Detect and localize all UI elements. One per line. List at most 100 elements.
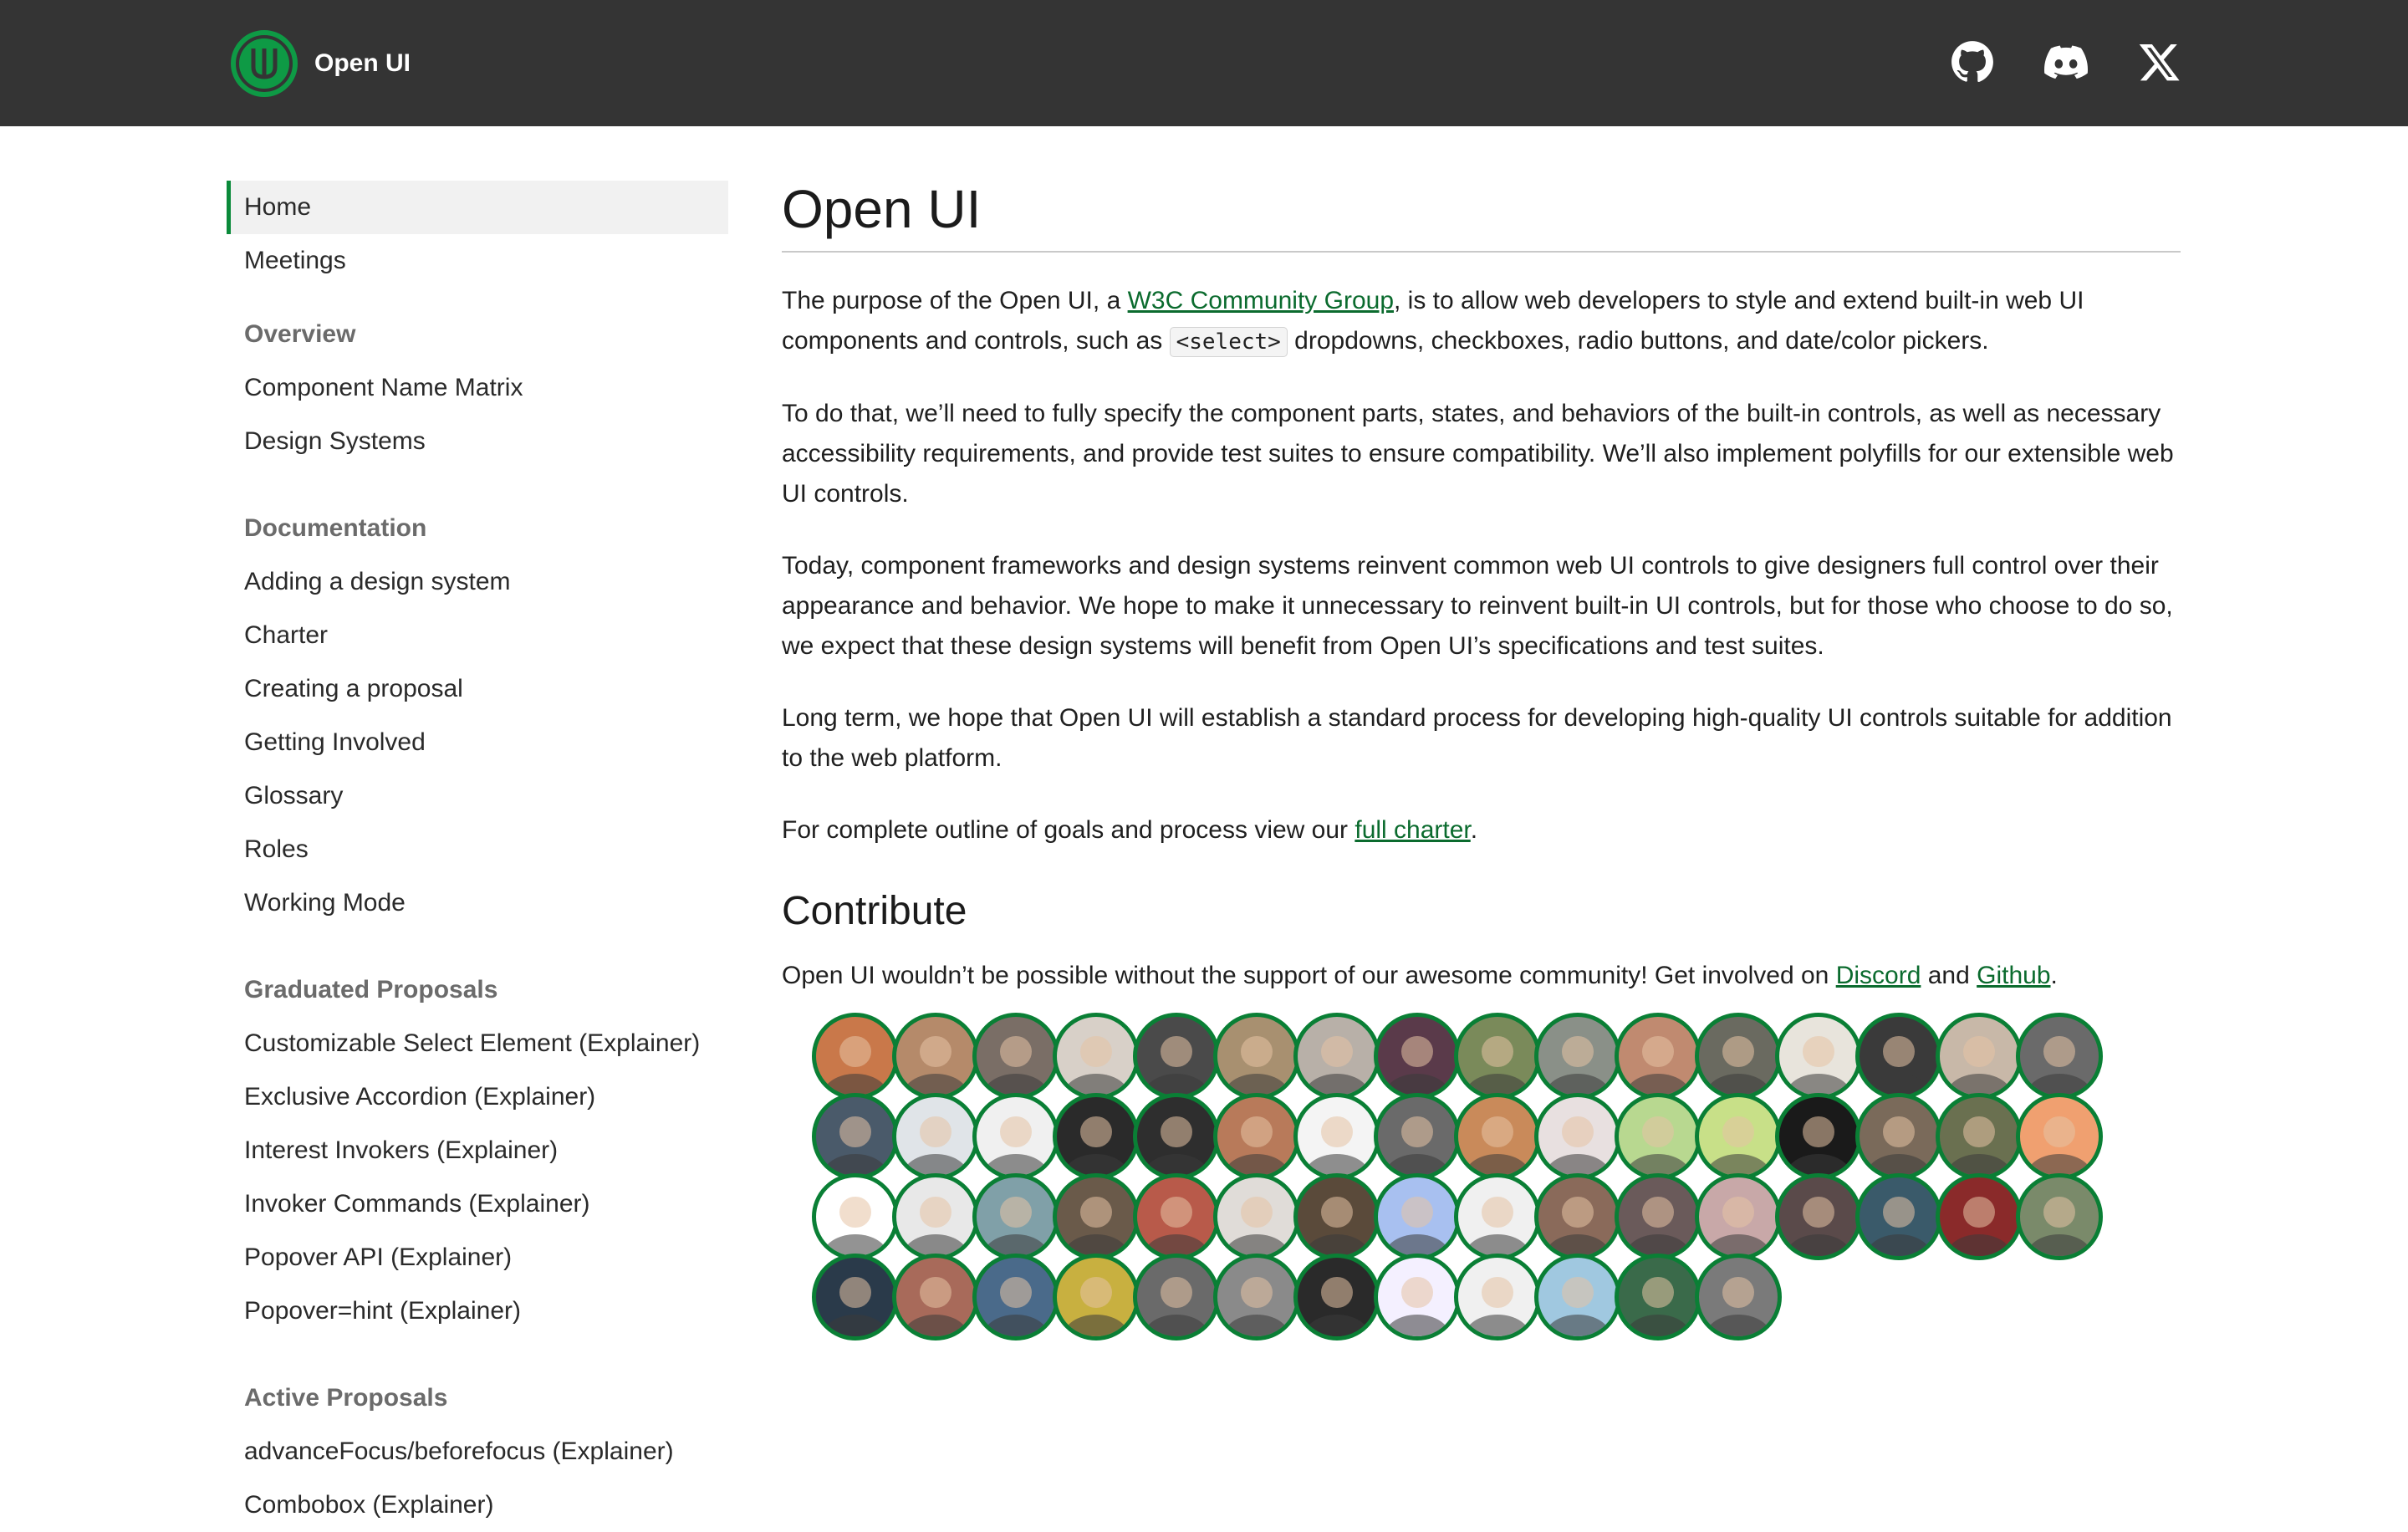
contributor-avatar[interactable]	[1133, 1093, 1220, 1180]
full-charter-link[interactable]: full charter	[1354, 816, 1470, 844]
sidebar-item-combobox[interactable]: Combobox (Explainer)	[227, 1478, 728, 1532]
contributor-avatar[interactable]	[1293, 1093, 1380, 1180]
contributor-avatar[interactable]	[1053, 1013, 1140, 1100]
contributor-avatar[interactable]	[2016, 1173, 2103, 1260]
contributor-avatar[interactable]	[1454, 1254, 1541, 1340]
avatar-face	[1642, 1035, 1674, 1068]
contributor-avatar[interactable]	[1855, 1093, 1942, 1180]
contributor-avatar[interactable]	[1775, 1093, 1862, 1180]
sidebar-item-glossary[interactable]: Glossary	[227, 769, 728, 823]
avatar-face	[1161, 1276, 1192, 1309]
contributor-avatar[interactable]	[972, 1013, 1059, 1100]
sidebar-item-interest-invokers[interactable]: Interest Invokers (Explainer)	[227, 1124, 728, 1177]
contributor-avatar[interactable]	[1936, 1173, 2023, 1260]
contributor-avatar[interactable]	[812, 1013, 899, 1100]
contributor-avatar[interactable]	[1615, 1254, 1701, 1340]
contributor-avatar[interactable]	[1374, 1093, 1461, 1180]
intro-text-a: The purpose of the Open UI, a	[782, 287, 1128, 314]
contributor-avatar[interactable]	[1133, 1173, 1220, 1260]
contributor-avatar[interactable]	[892, 1173, 979, 1260]
avatar-face	[1321, 1276, 1353, 1309]
contributor-avatar[interactable]	[1615, 1093, 1701, 1180]
contributor-avatar[interactable]	[892, 1254, 979, 1340]
contributor-avatar[interactable]	[1213, 1093, 1300, 1180]
contributors-grid	[782, 1013, 2120, 1356]
w3c-community-group-link[interactable]: W3C Community Group	[1128, 287, 1394, 314]
x-link[interactable]	[2136, 38, 2183, 85]
contributor-avatar[interactable]	[1534, 1173, 1621, 1260]
contributor-avatar[interactable]	[1293, 1013, 1380, 1100]
sidebar-item-roles[interactable]: Roles	[227, 823, 728, 876]
sidebar-item-adding-design-system[interactable]: Adding a design system	[227, 555, 728, 609]
sidebar-item-component-name-matrix[interactable]: Component Name Matrix	[227, 361, 728, 415]
contributor-avatar[interactable]	[1293, 1173, 1380, 1260]
sidebar-item-advance-focus[interactable]: advanceFocus/beforefocus (Explainer)	[227, 1425, 728, 1478]
contributor-avatar[interactable]	[1695, 1173, 1782, 1260]
sidebar-item-getting-involved[interactable]: Getting Involved	[227, 716, 728, 769]
contributor-avatar[interactable]	[1374, 1173, 1461, 1260]
contributor-avatar[interactable]	[972, 1254, 1059, 1340]
contributor-avatar[interactable]	[1374, 1013, 1461, 1100]
contributor-avatar[interactable]	[1695, 1093, 1782, 1180]
avatar-face	[2043, 1035, 2075, 1068]
github-link-inline[interactable]: Github	[1977, 962, 2050, 989]
contributor-avatar[interactable]	[1775, 1173, 1862, 1260]
contributor-avatar[interactable]	[972, 1093, 1059, 1180]
contributor-avatar[interactable]	[1534, 1093, 1621, 1180]
home-logo-link[interactable]: Open UI	[231, 28, 411, 99]
avatar-face	[1722, 1276, 1754, 1309]
sidebar-item-home[interactable]: Home	[227, 181, 728, 234]
contributor-avatar[interactable]	[1053, 1173, 1140, 1260]
contributor-avatar[interactable]	[1293, 1254, 1380, 1340]
sidebar-item-charter[interactable]: Charter	[227, 609, 728, 662]
sidebar-item-design-systems[interactable]: Design Systems	[227, 415, 728, 468]
contributor-avatar[interactable]	[1695, 1013, 1782, 1100]
charter-paragraph: For complete outline of goals and proces…	[782, 810, 2181, 850]
discord-link-inline[interactable]: Discord	[1836, 962, 1921, 989]
contributor-avatar[interactable]	[1615, 1173, 1701, 1260]
contributor-avatar[interactable]	[892, 1013, 979, 1100]
contributor-avatar[interactable]	[1213, 1013, 1300, 1100]
avatar-face	[1482, 1116, 1513, 1148]
contributor-avatar[interactable]	[1534, 1013, 1621, 1100]
contributor-avatar[interactable]	[1213, 1254, 1300, 1340]
avatar-face	[1321, 1116, 1353, 1148]
github-link[interactable]	[1949, 38, 1996, 85]
sidebar-nav: Home Meetings Overview Component Name Ma…	[227, 181, 728, 1532]
sidebar-item-customizable-select[interactable]: Customizable Select Element (Explainer)	[227, 1017, 728, 1070]
contributor-avatar[interactable]	[2016, 1013, 2103, 1100]
contributor-avatar[interactable]	[1374, 1254, 1461, 1340]
contributor-avatar[interactable]	[1775, 1013, 1862, 1100]
contributor-avatar[interactable]	[1053, 1254, 1140, 1340]
contributor-avatar[interactable]	[1053, 1093, 1140, 1180]
contributor-avatar[interactable]	[1454, 1013, 1541, 1100]
sidebar-item-meetings[interactable]: Meetings	[227, 234, 728, 288]
contributor-avatar[interactable]	[1133, 1254, 1220, 1340]
contributor-avatar[interactable]	[812, 1093, 899, 1180]
contributor-avatar[interactable]	[812, 1254, 899, 1340]
contributor-avatar[interactable]	[1213, 1173, 1300, 1260]
contributor-avatar[interactable]	[1855, 1013, 1942, 1100]
sidebar-item-creating-proposal[interactable]: Creating a proposal	[227, 662, 728, 716]
contributor-avatar[interactable]	[1855, 1173, 1942, 1260]
sidebar-item-popover-hint[interactable]: Popover=hint (Explainer)	[227, 1284, 728, 1338]
contributor-avatar[interactable]	[1454, 1093, 1541, 1180]
x-icon	[2139, 43, 2180, 81]
sidebar-item-popover-api[interactable]: Popover API (Explainer)	[227, 1231, 728, 1284]
contributor-avatar[interactable]	[1936, 1013, 2023, 1100]
contributor-avatar[interactable]	[2016, 1093, 2103, 1180]
contributor-avatar[interactable]	[1695, 1254, 1782, 1340]
contributor-avatar[interactable]	[892, 1093, 979, 1180]
contributor-avatar[interactable]	[1534, 1254, 1621, 1340]
contributor-avatar[interactable]	[972, 1173, 1059, 1260]
discord-link[interactable]	[2043, 38, 2089, 85]
contributor-avatar[interactable]	[1936, 1093, 2023, 1180]
sidebar-item-working-mode[interactable]: Working Mode	[227, 876, 728, 930]
contributor-avatar[interactable]	[1133, 1013, 1220, 1100]
sidebar-item-invoker-commands[interactable]: Invoker Commands (Explainer)	[227, 1177, 728, 1231]
contributor-avatar[interactable]	[812, 1173, 899, 1260]
sidebar-item-exclusive-accordion[interactable]: Exclusive Accordion (Explainer)	[227, 1070, 728, 1124]
contributor-avatar[interactable]	[1454, 1173, 1541, 1260]
contributor-avatar[interactable]	[1615, 1013, 1701, 1100]
avatar-face	[1161, 1196, 1192, 1228]
